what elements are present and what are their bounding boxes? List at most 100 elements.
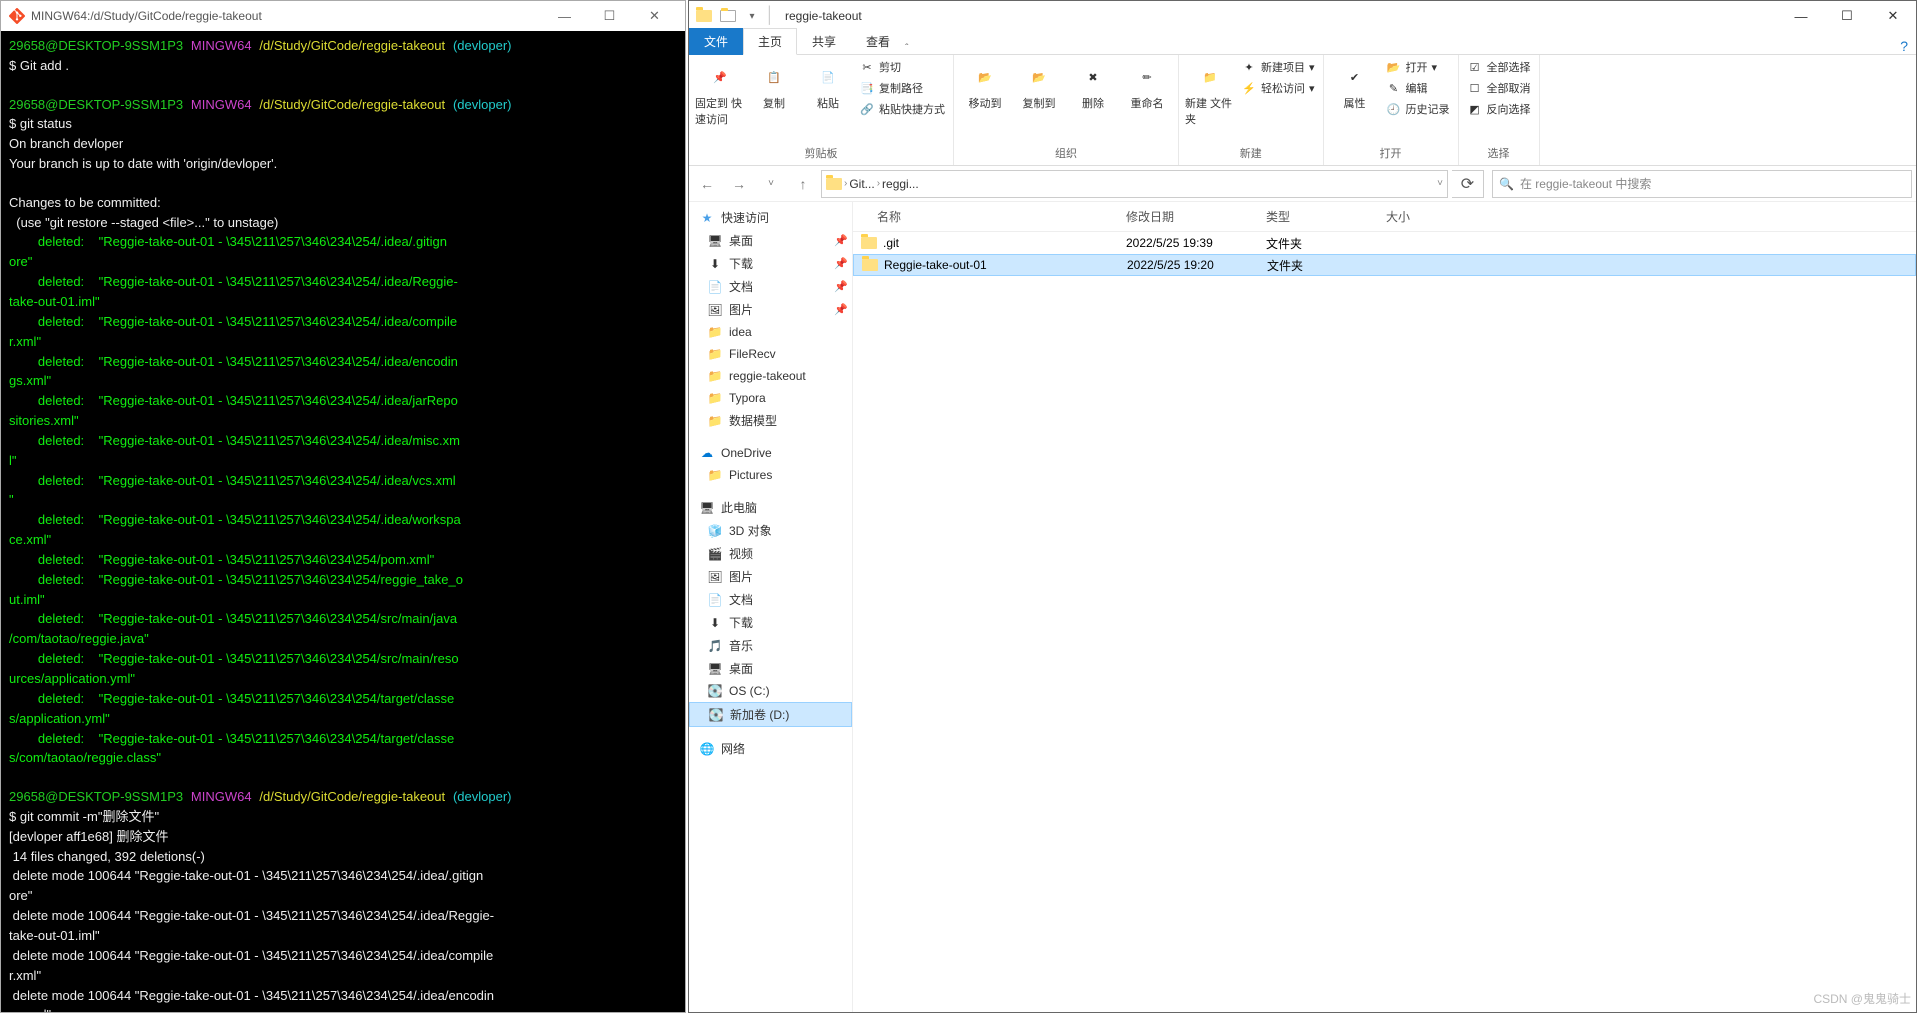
col-type[interactable]: 类型 (1258, 208, 1378, 225)
col-date[interactable]: 修改日期 (1118, 208, 1258, 225)
nav-item[interactable]: 🧊3D 对象 (689, 519, 852, 542)
history-button[interactable]: 🕘历史记录 (1384, 99, 1452, 119)
edit-button[interactable]: ✎编辑 (1384, 78, 1452, 98)
explorer-titlebar[interactable]: ▾ │ reggie-takeout — ☐ ✕ (689, 1, 1916, 31)
col-name[interactable]: 名称 (853, 208, 1118, 225)
download-icon: ⬇ (707, 615, 723, 631)
maximize-button[interactable]: ☐ (587, 2, 632, 30)
pin-quickaccess-button[interactable]: 📌固定到 快速访问 (695, 57, 745, 127)
nav-item[interactable]: 💽OS (C:) (689, 680, 852, 702)
search-input[interactable]: 🔍 在 reggie-takeout 中搜索 (1492, 170, 1912, 198)
qat-item[interactable] (717, 5, 739, 27)
path-icon: 📑 (859, 80, 875, 96)
pin-icon: 📌 (834, 257, 848, 270)
git-bash-window: MINGW64:/d/Study/GitCode/reggie-takeout … (0, 0, 686, 1013)
breadcrumb-item[interactable]: reggi... (882, 177, 919, 191)
rename-icon: ✏ (1131, 61, 1163, 93)
ribbon-tabs: 文件 主页 共享 查看 ˆ ? (689, 31, 1916, 55)
nav-item[interactable]: 📁Typora (689, 387, 852, 409)
ribbon-collapse-icon[interactable]: ˆ (905, 43, 908, 54)
file-row[interactable]: Reggie-take-out-012022/5/25 19:20文件夹 (853, 254, 1916, 276)
invert-select-button[interactable]: ◩反向选择 (1465, 99, 1533, 119)
tab-home[interactable]: 主页 (743, 28, 797, 55)
chevron-right-icon[interactable]: › (877, 178, 880, 189)
nav-item[interactable]: 📄文档📌 (689, 275, 852, 298)
refresh-button[interactable]: ⟳ (1452, 170, 1484, 198)
minimize-button[interactable]: — (542, 2, 587, 30)
tab-view[interactable]: 查看 (851, 28, 905, 55)
nav-network[interactable]: 🌐网络 (689, 737, 852, 760)
up-button[interactable]: ↑ (789, 170, 817, 198)
help-icon[interactable]: ? (1900, 38, 1908, 54)
nav-item[interactable]: 🖥桌面 (689, 657, 852, 680)
video-icon: 🎬 (707, 546, 723, 562)
nav-item[interactable]: 📄文档 (689, 588, 852, 611)
nav-item[interactable]: 📁FileRecv (689, 343, 852, 365)
properties-button[interactable]: ✔属性 (1330, 57, 1380, 111)
col-size[interactable]: 大小 (1378, 208, 1458, 225)
terminal-body[interactable]: 29658@DESKTOP-9SSM1P3 MINGW64 /d/Study/G… (1, 31, 685, 1012)
address-bar[interactable]: › Git... › reggi... ˅ (821, 170, 1448, 198)
pin-icon: 📌 (834, 303, 848, 316)
git-icon (9, 8, 25, 24)
close-button[interactable]: ✕ (1870, 2, 1916, 30)
tab-share[interactable]: 共享 (797, 28, 851, 55)
nav-item[interactable]: 🖥桌面📌 (689, 229, 852, 252)
new-item-button[interactable]: ✦新建项目 ▾ (1239, 57, 1317, 77)
move-to-button[interactable]: 📂移动到 (960, 57, 1010, 111)
nav-item[interactable]: 🖼图片 (689, 565, 852, 588)
navigation-pane[interactable]: ★快速访问 🖥桌面📌⬇下载📌📄文档📌🖼图片📌📁idea📁FileRecv📁reg… (689, 202, 853, 1012)
shortcut-icon: 🔗 (859, 101, 875, 117)
network-icon: 🌐 (699, 741, 715, 757)
select-none-button[interactable]: ☐全部取消 (1465, 78, 1533, 98)
cut-button[interactable]: ✂剪切 (857, 57, 947, 77)
open-button[interactable]: 📂打开 ▾ (1384, 57, 1452, 77)
terminal-titlebar[interactable]: MINGW64:/d/Study/GitCode/reggie-takeout … (1, 1, 685, 31)
nav-item[interactable]: 🎵音乐 (689, 634, 852, 657)
newfolder-icon: 📁 (1194, 61, 1226, 93)
delete-button[interactable]: ✖删除 (1068, 57, 1118, 111)
recent-dropdown[interactable]: ˅ (757, 170, 785, 198)
folder-icon (862, 259, 878, 271)
nav-onedrive[interactable]: ☁OneDrive (689, 442, 852, 464)
select-all-button[interactable]: ☑全部选择 (1465, 57, 1533, 77)
nav-item[interactable]: 🎬视频 (689, 542, 852, 565)
minimize-button[interactable]: — (1778, 2, 1824, 30)
nav-item[interactable]: 📁数据模型 (689, 409, 852, 432)
copy-button[interactable]: 📋复制 (749, 57, 799, 111)
nav-item[interactable]: ⬇下载 (689, 611, 852, 634)
selectall-icon: ☑ (1467, 59, 1483, 75)
qat-chevron-icon[interactable]: ▾ (741, 5, 763, 27)
back-button[interactable]: ← (693, 170, 721, 198)
rename-button[interactable]: ✏重命名 (1122, 57, 1172, 111)
3d-icon: 🧊 (707, 523, 723, 539)
nav-item[interactable]: 📁idea (689, 321, 852, 343)
forward-button[interactable]: → (725, 170, 753, 198)
chevron-right-icon[interactable]: › (844, 178, 847, 189)
copy-path-button[interactable]: 📑复制路径 (857, 78, 947, 98)
chevron-down-icon[interactable]: ˅ (1437, 178, 1443, 189)
maximize-button[interactable]: ☐ (1824, 2, 1870, 30)
paste-shortcut-button[interactable]: 🔗粘贴快捷方式 (857, 99, 947, 119)
folder-icon: 📁 (707, 413, 723, 429)
easy-access-button[interactable]: ⚡轻松访问 ▾ (1239, 78, 1317, 98)
column-headers: 名称 修改日期 类型 大小 (853, 202, 1916, 232)
nav-item[interactable]: 🖼图片📌 (689, 298, 852, 321)
file-row[interactable]: .git2022/5/25 19:39文件夹 (853, 232, 1916, 254)
nav-quick-access[interactable]: ★快速访问 (689, 206, 852, 229)
file-list[interactable]: .git2022/5/25 19:39文件夹Reggie-take-out-01… (853, 232, 1916, 1012)
close-button[interactable]: ✕ (632, 2, 677, 30)
nav-item[interactable]: 📁reggie-takeout (689, 365, 852, 387)
new-folder-button[interactable]: 📁新建 文件夹 (1185, 57, 1235, 127)
tab-file[interactable]: 文件 (689, 28, 743, 55)
nav-item[interactable]: ⬇下载📌 (689, 252, 852, 275)
nav-item[interactable]: 📁Pictures (689, 464, 852, 486)
nav-this-pc[interactable]: 🖥此电脑 (689, 496, 852, 519)
star-icon: ★ (699, 210, 715, 226)
paste-button[interactable]: 📄粘贴 (803, 57, 853, 111)
breadcrumb-item[interactable]: Git... (849, 177, 874, 191)
copy-to-button[interactable]: 📂复制到 (1014, 57, 1064, 111)
nav-item[interactable]: 💽新加卷 (D:) (689, 702, 852, 727)
music-icon: 🎵 (707, 638, 723, 654)
folder-icon: 📁 (707, 467, 723, 483)
